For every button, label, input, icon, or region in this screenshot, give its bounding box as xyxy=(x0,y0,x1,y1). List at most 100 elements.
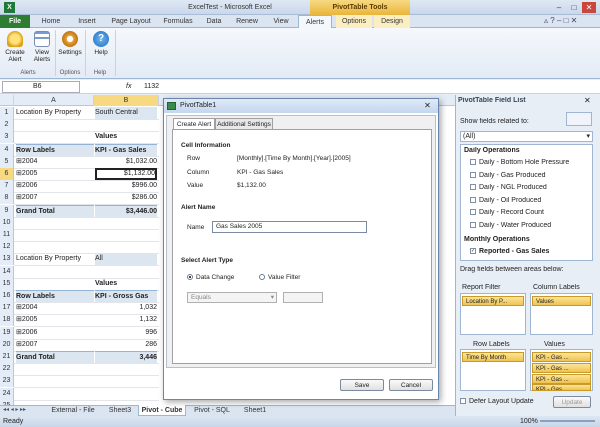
row-header[interactable]: 1 xyxy=(0,107,14,119)
row-header[interactable]: 6 xyxy=(0,168,14,180)
cell-b[interactable]: $1,132.00 xyxy=(95,168,157,180)
cell-a[interactable]: ⊞2006 xyxy=(16,180,94,192)
row-header[interactable]: 15 xyxy=(0,278,14,290)
cell-b[interactable]: $286.00 xyxy=(95,192,157,204)
field-group[interactable]: Daily Operations xyxy=(464,147,520,154)
cell-a[interactable] xyxy=(16,363,94,375)
field-item[interactable]: ✓ Reported - Gas Sales xyxy=(470,248,549,255)
row-header[interactable]: 19 xyxy=(0,327,14,339)
row-header[interactable]: 5 xyxy=(0,156,14,168)
field-item[interactable]: Daily - Bottom Hole Pressure xyxy=(470,159,569,166)
cell-b[interactable]: Values xyxy=(95,278,157,290)
values-chip[interactable]: KPI - Gas ... xyxy=(532,352,591,362)
field-item[interactable]: Daily - Oil Produced xyxy=(470,197,541,204)
cell-a[interactable] xyxy=(16,217,94,229)
tab-renew[interactable]: Renew xyxy=(230,15,264,28)
row-header[interactable]: 20 xyxy=(0,339,14,351)
cell-b[interactable] xyxy=(95,266,157,278)
cell-a[interactable]: Location By Property xyxy=(16,253,94,265)
cell-b[interactable]: $1,032.00 xyxy=(95,156,157,168)
tab-home[interactable]: Home xyxy=(34,15,68,28)
cell-b[interactable]: All xyxy=(95,253,157,265)
layout-options-icon[interactable] xyxy=(566,112,592,126)
tab-design[interactable]: Design xyxy=(374,15,410,28)
settings-button[interactable]: Settings xyxy=(57,31,83,67)
tab-data[interactable]: Data xyxy=(200,15,228,28)
zoom-slider[interactable] xyxy=(540,420,595,422)
cell-b[interactable] xyxy=(95,388,157,400)
equals-select[interactable]: Equals ▾ xyxy=(187,292,277,303)
select-all-corner[interactable] xyxy=(0,95,14,106)
cell-b[interactable] xyxy=(95,119,157,131)
tab-formulas[interactable]: Formulas xyxy=(158,15,198,28)
cell-b[interactable]: Values xyxy=(95,131,157,143)
tab-insert[interactable]: Insert xyxy=(70,15,104,28)
create-alert-button[interactable]: Create Alert xyxy=(2,31,28,67)
defer-layout-checkbox[interactable]: Defer Layout Update xyxy=(460,398,534,405)
field-item[interactable]: Daily - Water Produced xyxy=(470,222,551,229)
cell-b[interactable] xyxy=(95,217,157,229)
tab-options[interactable]: Options xyxy=(336,15,372,28)
row-labels-chip[interactable]: Time By Month xyxy=(462,352,524,362)
row-header[interactable]: 7 xyxy=(0,180,14,192)
cell-a[interactable]: ⊞2007 xyxy=(16,192,94,204)
sheet-tab-sheet3[interactable]: Sheet3 xyxy=(104,405,136,416)
column-labels-chip[interactable]: Values xyxy=(532,296,591,306)
cell-a[interactable] xyxy=(16,241,94,253)
column-header-a[interactable]: A xyxy=(14,95,94,106)
cell-a[interactable]: Row Labels xyxy=(16,144,94,156)
formula-input[interactable]: 1132 xyxy=(144,81,444,93)
field-group[interactable]: Monthly Operations xyxy=(464,236,530,243)
row-header[interactable]: 4 xyxy=(0,144,14,156)
row-header[interactable]: 2 xyxy=(0,119,14,131)
row-header[interactable]: 13 xyxy=(0,253,14,265)
cell-a[interactable]: Row Labels xyxy=(16,290,94,302)
cell-a[interactable] xyxy=(16,119,94,131)
cell-a[interactable] xyxy=(16,278,94,290)
row-header[interactable]: 9 xyxy=(0,205,14,217)
row-header[interactable]: 10 xyxy=(0,217,14,229)
cell-a[interactable]: ⊞2004 xyxy=(16,156,94,168)
cell-b[interactable]: 996 xyxy=(95,327,157,339)
cell-b[interactable]: 286 xyxy=(95,339,157,351)
update-button[interactable]: Update xyxy=(553,396,591,408)
cell-b[interactable] xyxy=(95,375,157,387)
tab-file[interactable]: File xyxy=(0,15,30,28)
row-header[interactable]: 17 xyxy=(0,302,14,314)
values-chip[interactable]: KPI - Gas ... xyxy=(532,384,591,391)
maximize-icon[interactable]: □ xyxy=(567,2,581,13)
cell-b[interactable]: KPI - Gross Gas xyxy=(95,290,157,302)
row-header[interactable]: 22 xyxy=(0,363,14,375)
cell-b[interactable]: 1,132 xyxy=(95,314,157,326)
cell-b[interactable] xyxy=(95,229,157,241)
row-header[interactable]: 12 xyxy=(0,241,14,253)
cell-a[interactable] xyxy=(16,131,94,143)
view-alerts-button[interactable]: View Alerts xyxy=(29,31,55,67)
tab-view[interactable]: View xyxy=(266,15,296,28)
values-chip[interactable]: KPI - Gas ... xyxy=(532,363,591,373)
save-button[interactable]: Save xyxy=(340,379,384,391)
cell-a[interactable] xyxy=(16,266,94,278)
report-filter-chip[interactable]: Location By P... xyxy=(462,296,524,306)
row-header[interactable]: 16 xyxy=(0,290,14,302)
row-header[interactable]: 11 xyxy=(0,229,14,241)
name-box[interactable]: B6 xyxy=(2,81,80,93)
cell-b[interactable]: $3,446.00 xyxy=(95,205,157,217)
tab-page-layout[interactable]: Page Layout xyxy=(106,15,156,28)
close-pane-icon[interactable]: ✕ xyxy=(584,96,591,105)
cell-b[interactable]: 3,446 xyxy=(95,351,157,363)
cell-a[interactable]: ⊞2005 xyxy=(16,168,94,180)
cell-b[interactable]: KPI - Gas Sales xyxy=(95,144,157,156)
sheet-tab-sheet1[interactable]: Sheet1 xyxy=(238,405,272,416)
zoom-level[interactable]: 100% xyxy=(520,416,538,427)
dialog-close-icon[interactable]: ✕ xyxy=(420,100,435,112)
value-filter-radio[interactable]: Value Filter xyxy=(259,274,300,281)
cancel-button[interactable]: Cancel xyxy=(389,379,433,391)
tab-alerts[interactable]: Alerts xyxy=(298,15,332,28)
row-header[interactable]: 3 xyxy=(0,131,14,143)
row-header[interactable]: 24 xyxy=(0,388,14,400)
cell-b[interactable]: $996.00 xyxy=(95,180,157,192)
column-header-b[interactable]: B xyxy=(94,95,159,106)
cell-a[interactable]: ⊞2006 xyxy=(16,327,94,339)
cell-a[interactable]: ⊞2005 xyxy=(16,314,94,326)
